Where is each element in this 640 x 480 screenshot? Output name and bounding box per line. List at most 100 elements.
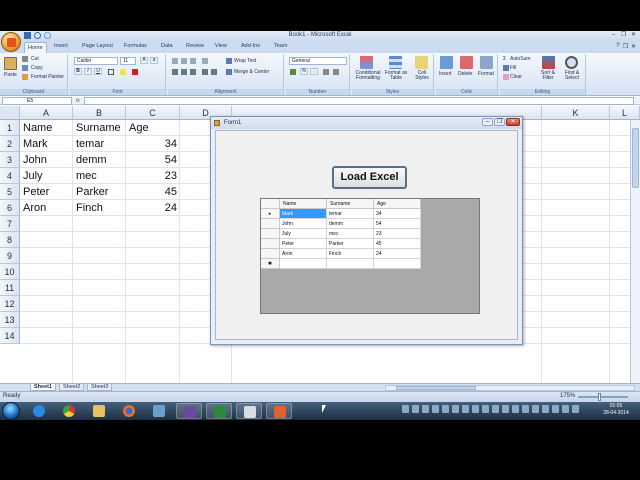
wrap-text-button[interactable]: Wrap Text [234,58,256,64]
grid-cell[interactable]: temar [327,209,374,219]
row-header[interactable]: 9 [0,248,20,264]
tray-icon-8[interactable] [472,405,479,413]
comma-button[interactable]: , [310,68,318,75]
taskbar-firefox[interactable] [116,403,142,419]
tray-icon-12[interactable] [512,405,519,413]
align-center-icon[interactable] [181,69,187,75]
font-color-icon[interactable] [132,69,138,75]
tray-icon-3[interactable] [422,405,429,413]
tray-icon-13[interactable] [522,405,529,413]
fill-button[interactable]: Fill [510,65,516,71]
italic-button[interactable]: I [84,68,92,75]
grid-cell[interactable]: Mark [280,209,327,219]
grid-column-header[interactable]: Surname [327,199,374,209]
name-box[interactable]: E5 [2,97,72,105]
tray-icon-1[interactable] [402,405,409,413]
decrease-indent-icon[interactable] [202,69,208,75]
start-button[interactable] [2,402,20,420]
tray-icon-10[interactable] [492,405,499,413]
find-select-button[interactable]: Find & Select [560,71,584,81]
row-header[interactable]: 10 [0,264,20,280]
paste-icon[interactable] [4,57,17,70]
taskbar-form-app[interactable] [236,403,262,419]
find-select-icon[interactable] [565,56,578,69]
taskbar-excel[interactable] [206,403,232,419]
grid-row-header[interactable]: ▸ [261,209,280,219]
restore-workbook-icon[interactable]: ❐ [623,43,628,50]
grid-cell[interactable] [374,259,421,269]
merge-icon[interactable] [226,69,232,75]
grid-cell[interactable]: 23 [374,229,421,239]
row-header[interactable]: 2 [0,136,20,152]
font-size-select[interactable]: 11 [120,57,136,65]
grid-cell[interactable]: Peter [280,239,327,249]
tray-icon-6[interactable] [452,405,459,413]
row-header[interactable]: 6 [0,200,20,216]
cell[interactable]: mec [73,168,126,184]
clear-icon[interactable] [503,74,509,80]
tab-insert[interactable]: Insert [54,43,68,49]
borders-icon[interactable] [108,69,114,75]
copy-button[interactable]: Copy [31,65,43,71]
decrease-decimal-icon[interactable] [333,69,339,75]
cell[interactable]: Mark [20,136,73,152]
close-button[interactable]: ✕ [629,31,638,39]
align-right-icon[interactable] [190,69,196,75]
row-header[interactable]: 5 [0,184,20,200]
fill-color-icon[interactable] [120,69,126,75]
taskbar-visual-studio[interactable] [176,403,202,419]
format-as-table-button[interactable]: Format as Table [384,71,408,81]
zoom-slider[interactable] [578,393,628,401]
font-name-select[interactable]: Calibri [74,57,118,65]
align-middle-icon[interactable] [181,58,187,64]
cell[interactable]: temar [73,136,126,152]
taskbar-explorer[interactable] [86,403,112,419]
row-header[interactable]: 13 [0,312,20,328]
office-button[interactable] [1,32,21,52]
tray-icon-14[interactable] [532,405,539,413]
cell[interactable]: demm [73,152,126,168]
row-header[interactable]: 11 [0,280,20,296]
grid-column-header[interactable]: Age [374,199,421,209]
column-header-b[interactable]: B [73,106,126,120]
underline-button[interactable]: U [94,68,102,75]
tab-review[interactable]: Review [186,43,204,49]
cell[interactable]: Peter [20,184,73,200]
tray-icon-4[interactable] [432,405,439,413]
taskbar-powerpoint[interactable] [266,403,292,419]
column-header-c[interactable]: C [126,106,180,120]
formula-input[interactable] [84,97,634,105]
tray-icon-15[interactable] [542,405,549,413]
cell[interactable]: Aron [20,200,73,216]
tray-icon-16[interactable] [552,405,559,413]
column-header-l[interactable]: L [610,106,640,120]
tab-page-layout[interactable]: Page Layout [82,43,113,49]
cell[interactable]: Parker [73,184,126,200]
tray-icon-9[interactable] [482,405,489,413]
load-excel-button[interactable]: Load Excel [332,166,407,189]
align-bottom-icon[interactable] [190,58,196,64]
bold-button[interactable]: B [74,68,82,75]
copy-icon[interactable] [22,65,28,71]
tab-home[interactable]: Home [24,42,47,53]
format-cells-button[interactable]: Format [478,71,494,77]
format-painter-button[interactable]: Format Painter [31,74,64,80]
grid-cell[interactable]: Parker [327,239,374,249]
minimize-button[interactable]: – [609,31,618,39]
grow-font-button[interactable]: A [140,57,148,64]
cell[interactable]: 23 [126,168,180,184]
zoom-level[interactable]: 175% [560,393,575,399]
tab-formulas[interactable]: Formulas [124,43,147,49]
cell[interactable]: 54 [126,152,180,168]
paste-label[interactable]: Paste [4,72,17,78]
insert-cells-button[interactable]: Insert [439,71,452,77]
sort-filter-icon[interactable] [542,56,555,69]
cell-styles-icon[interactable] [415,56,428,69]
align-top-icon[interactable] [172,58,178,64]
cell[interactable]: Name [20,120,73,136]
tray-icon-7[interactable] [462,405,469,413]
increase-indent-icon[interactable] [211,69,217,75]
increase-decimal-icon[interactable] [323,69,329,75]
tray-icon-11[interactable] [502,405,509,413]
insert-function-icon[interactable]: fx [76,97,80,105]
